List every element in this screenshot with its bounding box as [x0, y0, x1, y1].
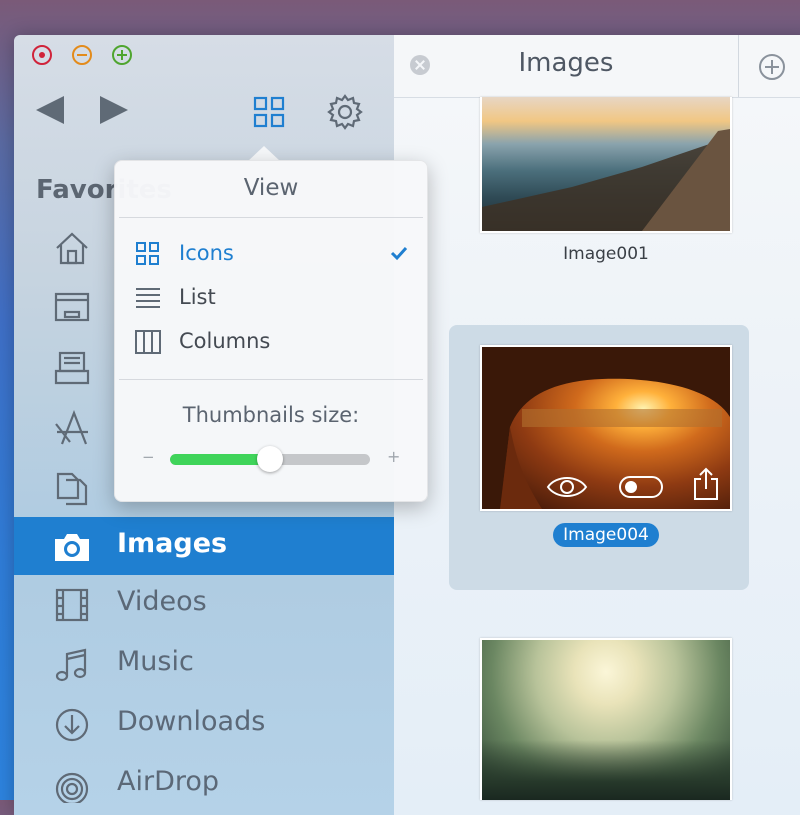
popover-title: View: [243, 175, 299, 201]
applications-icon: [55, 410, 88, 445]
sidebar-item-label: Downloads: [117, 706, 266, 737]
back-button[interactable]: [34, 93, 68, 127]
grid-icon: [136, 242, 159, 265]
divider: [119, 379, 423, 380]
popover-arrow: [248, 146, 280, 161]
image-thumbnail[interactable]: [480, 97, 732, 233]
download-icon: [55, 708, 89, 742]
home-icon: [56, 232, 88, 265]
slider-knob[interactable]: [257, 446, 283, 472]
grid-icon: [253, 96, 285, 128]
film-icon: [55, 588, 89, 622]
sidebar-item-downloads[interactable]: Downloads: [14, 695, 394, 753]
forward-button[interactable]: [98, 93, 132, 127]
documents-icon: [54, 351, 90, 385]
add-tab-icon[interactable]: [758, 53, 786, 81]
gear-icon: [327, 94, 363, 130]
sidebar-item-label: AirDrop: [117, 766, 220, 797]
tab-divider: [738, 35, 739, 97]
view-options-button[interactable]: [250, 93, 288, 131]
triangle-right-icon: [100, 96, 128, 124]
image-thumbnail[interactable]: [480, 638, 732, 800]
airdrop-icon: [55, 772, 89, 803]
slider-min-label: −: [142, 448, 155, 466]
sidebar-item-airdrop[interactable]: AirDrop: [14, 755, 394, 813]
desktop-icon: [54, 292, 90, 322]
view-option-icons[interactable]: Icons: [133, 237, 413, 271]
files-icon: [56, 472, 88, 506]
sidebar-item-label: Music: [117, 646, 194, 677]
pier-shape: [482, 129, 730, 231]
sidebar-item-music[interactable]: Music: [14, 635, 394, 693]
view-option-columns[interactable]: Columns: [133, 325, 413, 359]
sidebar-item-videos[interactable]: Videos: [14, 575, 394, 633]
image-name: Image004: [553, 523, 659, 547]
view-option-list[interactable]: List: [133, 281, 413, 315]
triangle-left-icon: [36, 96, 64, 124]
image-name: Image001: [563, 244, 649, 264]
share-icon[interactable]: [692, 467, 720, 501]
option-label: List: [179, 285, 216, 309]
zoom-window-button[interactable]: [112, 45, 132, 65]
camera-icon: [55, 534, 89, 561]
columns-icon: [135, 330, 161, 354]
checkmark-icon: [390, 246, 408, 261]
view-popover: View Icons List Columns Thumbnails size:…: [114, 160, 428, 502]
settings-button[interactable]: [326, 93, 364, 131]
image-caption[interactable]: Image004: [480, 523, 732, 547]
sidebar-item-label: Images: [117, 528, 228, 559]
sidebar-item-label: Videos: [117, 586, 207, 617]
image-thumbnail[interactable]: [480, 345, 732, 511]
sidebar-item-images[interactable]: Images: [14, 517, 394, 575]
list-icon: [136, 288, 160, 308]
minimize-window-button[interactable]: [72, 45, 92, 65]
option-label: Icons: [179, 241, 234, 265]
tab-bar: Images: [394, 35, 800, 98]
thumbnail-size-label: Thumbnails size:: [182, 403, 360, 427]
divider: [119, 217, 423, 218]
tab-title[interactable]: Images: [394, 48, 738, 78]
toggle-icon[interactable]: [618, 475, 664, 499]
option-label: Columns: [179, 329, 271, 353]
eye-icon[interactable]: [546, 473, 588, 501]
slider-fill: [170, 454, 270, 465]
music-note-icon: [55, 648, 87, 682]
slider-max-label: +: [387, 447, 401, 466]
image-caption[interactable]: Image001: [480, 244, 732, 264]
grass-shape: [482, 740, 730, 800]
close-window-button[interactable]: [32, 45, 52, 65]
